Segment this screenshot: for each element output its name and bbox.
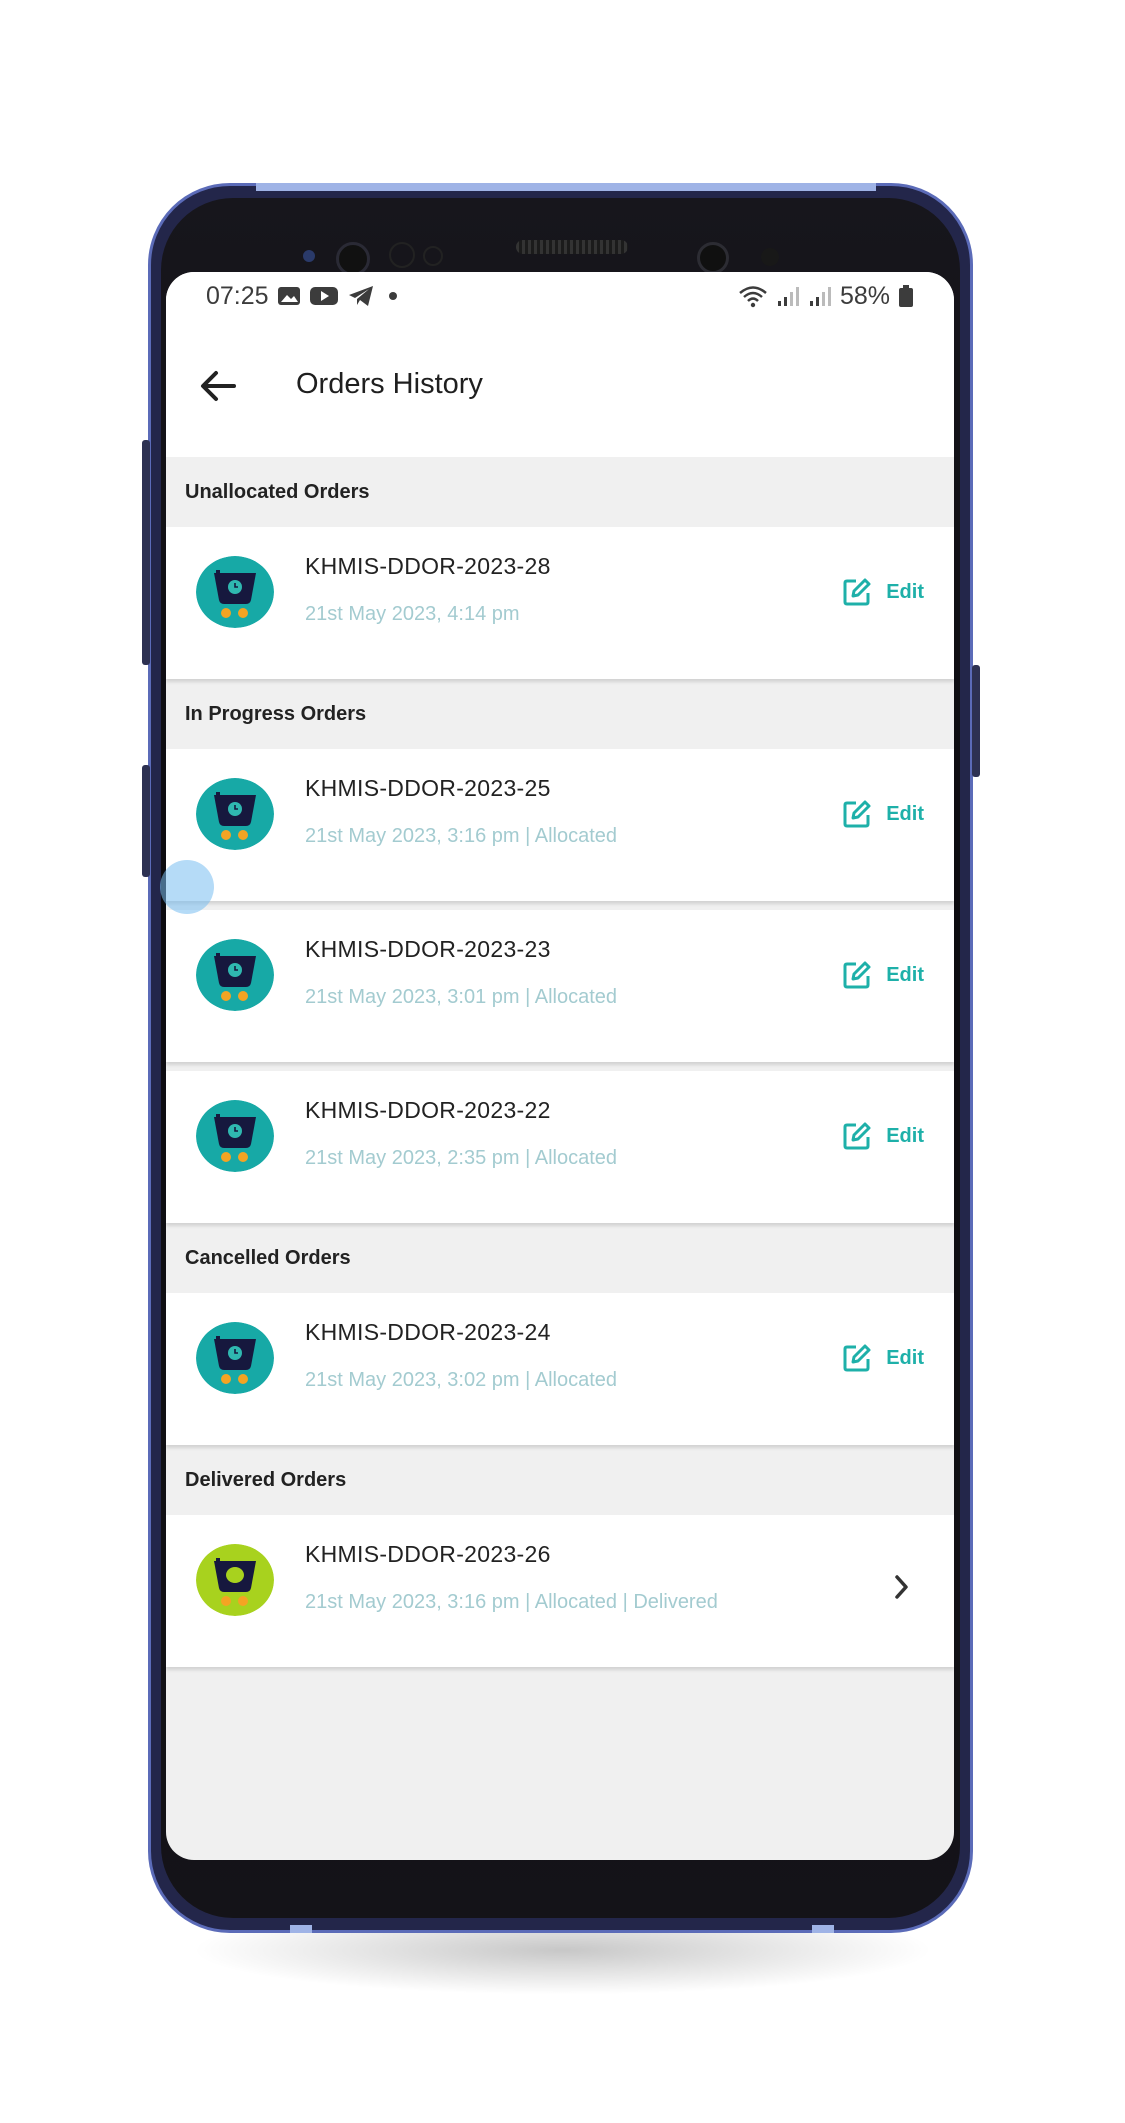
section-header-delivered: Delivered Orders [185,1468,347,1491]
signal-icon-2 [809,287,831,306]
order-meta: 21st May 2023, 3:16 pm | Allocated [305,825,618,847]
edit-icon [843,961,871,989]
order-row[interactable]: KHMIS-DDOR-2023-28 21st May 2023, 4:14 p… [166,527,954,679]
order-row[interactable]: KHMIS-DDOR-2023-23 21st May 2023, 3:01 p… [166,910,954,1062]
edit-icon [843,1122,871,1150]
section-header-unallocated: Unallocated Orders [185,480,370,503]
order-id: KHMIS-DDOR-2023-28 [305,553,551,579]
front-camera [336,242,370,276]
light-sensor [423,246,443,266]
cart-clock-icon [196,1322,274,1394]
order-meta: 21st May 2023, 2:35 pm | Allocated [305,1147,618,1169]
cart-clock-icon [196,556,274,628]
edit-icon [843,578,871,606]
gallery-icon [277,287,300,305]
wifi-icon [739,286,767,308]
iris-camera [697,242,729,274]
proximity-sensor [303,250,315,262]
earpiece-speaker [516,240,628,254]
order-row[interactable]: KHMIS-DDOR-2023-25 21st May 2023, 3:16 p… [166,749,954,901]
section-header-cancelled: Cancelled Orders [185,1246,351,1269]
order-row[interactable]: KHMIS-DDOR-2023-22 21st May 2023, 2:35 p… [166,1071,954,1223]
order-meta: 21st May 2023, 3:02 pm | Allocated [305,1369,618,1391]
app-screen: 07:25 58% Orders History Unallocated Ord… [166,272,954,1860]
signal-icon [777,287,799,306]
frame-accent-bottom-left [290,1925,312,1933]
cart-clock-icon [196,778,274,850]
order-row[interactable]: KHMIS-DDOR-2023-26 21st May 2023, 3:16 p… [166,1515,954,1667]
edit-button[interactable]: Edit [842,575,924,609]
edit-label: Edit [886,1346,924,1369]
order-id: KHMIS-DDOR-2023-26 [305,1541,551,1567]
floating-recorder-bubble[interactable] [160,860,214,914]
order-id: KHMIS-DDOR-2023-23 [305,936,551,962]
power-button [972,665,980,777]
edit-label: Edit [886,802,924,825]
back-arrow-icon[interactable] [196,364,240,408]
chevron-right-icon[interactable] [890,1567,914,1607]
status-bar: 07:25 58% [166,272,954,320]
page-title: Orders History [296,368,483,400]
battery-percent: 58% [839,281,890,310]
cart-delivered-icon [196,1544,274,1616]
edit-label: Edit [886,580,924,603]
bixby-button [142,765,150,877]
volume-button [142,440,150,665]
edit-label: Edit [886,1124,924,1147]
edit-icon [843,1344,871,1372]
order-meta: 21st May 2023, 4:14 pm [305,603,520,625]
section-header-in-progress: In Progress Orders [185,702,367,725]
order-row[interactable]: KHMIS-DDOR-2023-24 21st May 2023, 3:02 p… [166,1293,954,1445]
edit-icon [843,800,871,828]
battery-icon [899,285,913,307]
cart-clock-icon [196,939,274,1011]
edit-button[interactable]: Edit [842,1119,924,1153]
order-id: KHMIS-DDOR-2023-24 [305,1319,551,1345]
telegram-icon [348,286,373,306]
youtube-icon [309,287,338,305]
order-id: KHMIS-DDOR-2023-22 [305,1097,551,1123]
iris-sensor [389,242,415,268]
edit-label: Edit [886,963,924,986]
order-meta: 21st May 2023, 3:16 pm | Allocated | Del… [305,1591,718,1613]
edit-button[interactable]: Edit [842,1341,924,1375]
status-time: 07:25 [206,281,269,310]
frame-accent-bottom-right [812,1925,834,1933]
app-header: Orders History [166,320,954,457]
frame-accent-top [256,183,876,191]
ir-sensor [761,248,779,266]
edit-button[interactable]: Edit [842,958,924,992]
order-meta: 21st May 2023, 3:01 pm | Allocated [305,986,618,1008]
edit-button[interactable]: Edit [842,797,924,831]
cart-clock-icon [196,1100,274,1172]
notification-dot-icon [388,292,397,300]
order-id: KHMIS-DDOR-2023-25 [305,775,551,801]
